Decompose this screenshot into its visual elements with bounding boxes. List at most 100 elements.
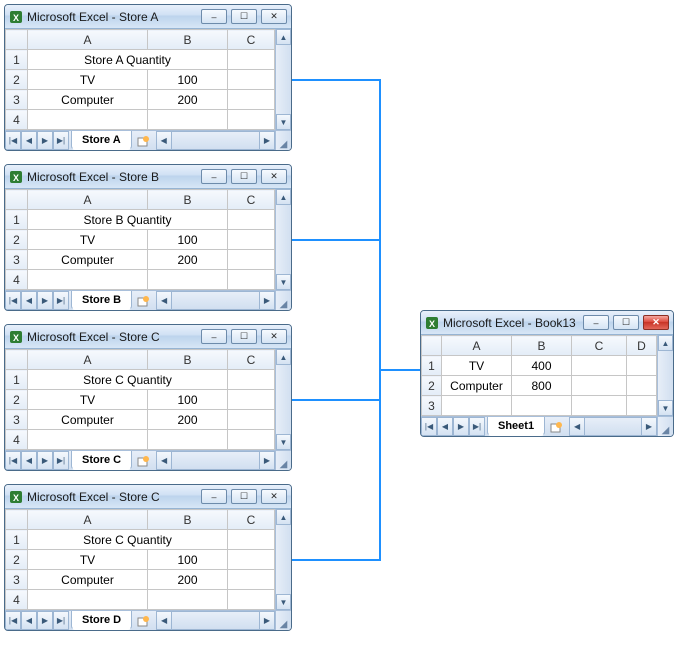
window-store-c: X Microsoft Excel - Store C – ☐ ✕ A B C … — [4, 324, 292, 471]
row-header[interactable]: 2 — [6, 70, 28, 90]
close-button[interactable]: ✕ — [261, 489, 287, 504]
vertical-scrollbar[interactable]: ▲▼ — [275, 349, 291, 450]
sheet-tab-bar: |◀ ◀ ▶ ▶| Store A ◀ ▶ ◢ — [5, 130, 291, 150]
svg-text:X: X — [429, 319, 435, 329]
col-header[interactable]: B — [148, 30, 228, 50]
titlebar[interactable]: X Microsoft Excel - Book13 – ☐ ✕ — [421, 311, 673, 335]
window-title: Microsoft Excel - Store B — [27, 170, 197, 184]
scroll-right-icon[interactable]: ▶ — [259, 131, 275, 150]
cell[interactable]: 800 — [512, 376, 572, 396]
col-header[interactable]: B — [512, 336, 572, 356]
sheet-tab[interactable]: Store C — [71, 451, 132, 470]
excel-icon: X — [9, 490, 23, 504]
window-result: X Microsoft Excel - Book13 – ☐ ✕ A B C D… — [420, 310, 674, 437]
resize-handle-icon[interactable]: ◢ — [275, 131, 291, 150]
select-all-corner[interactable] — [6, 30, 28, 50]
horizontal-scrollbar[interactable]: ◀▶ — [569, 417, 657, 436]
cell[interactable]: TV — [442, 356, 512, 376]
col-header[interactable]: A — [28, 30, 148, 50]
col-header[interactable]: A — [442, 336, 512, 356]
col-header[interactable]: C — [572, 336, 627, 356]
minimize-button[interactable]: – — [583, 315, 609, 330]
sheet-tab-bar: |◀◀▶▶| Sheet1 ◀▶ ◢ — [421, 416, 673, 436]
row-header[interactable]: 1 — [6, 50, 28, 70]
sheet-tab[interactable]: Sheet1 — [487, 417, 545, 436]
vertical-scrollbar[interactable]: ▲▼ — [275, 189, 291, 290]
maximize-button[interactable]: ☐ — [231, 9, 257, 24]
horizontal-scrollbar[interactable]: ◀▶ — [156, 611, 275, 630]
minimize-button[interactable]: – — [201, 329, 227, 344]
vertical-scrollbar[interactable]: ▲▼ — [657, 335, 673, 416]
horizontal-scrollbar[interactable]: ◀ ▶ — [156, 131, 275, 150]
merged-header-cell[interactable]: Store A Quantity — [28, 50, 228, 70]
window-title: Microsoft Excel - Store C — [27, 490, 197, 504]
minimize-button[interactable]: – — [201, 169, 227, 184]
svg-text:X: X — [13, 13, 19, 23]
spreadsheet-grid[interactable]: A B C 1 Store C Quantity 2 TV 100 3 Comp… — [5, 509, 275, 610]
maximize-button[interactable]: ☐ — [231, 489, 257, 504]
tab-nav-first[interactable]: |◀ — [5, 131, 21, 150]
spreadsheet-grid[interactable]: A B C 1 Store C Quantity 2 TV 100 3 Comp… — [5, 349, 275, 450]
tab-nav-first[interactable]: |◀ — [421, 417, 437, 436]
horizontal-scrollbar[interactable]: ◀▶ — [156, 451, 275, 470]
new-sheet-icon[interactable] — [134, 611, 152, 630]
resize-handle-icon[interactable]: ◢ — [275, 611, 291, 630]
resize-handle-icon[interactable]: ◢ — [275, 451, 291, 470]
horizontal-scrollbar[interactable]: ◀▶ — [156, 291, 275, 310]
row-header[interactable]: 4 — [6, 110, 28, 130]
sheet-tab[interactable]: Store B — [71, 291, 132, 310]
new-sheet-icon[interactable] — [134, 451, 152, 470]
window-store-a: X Microsoft Excel - Store A – ☐ ✕ A B C … — [4, 4, 292, 151]
resize-handle-icon[interactable]: ◢ — [657, 417, 673, 436]
tab-nav-next[interactable]: ▶ — [453, 417, 469, 436]
excel-icon: X — [9, 10, 23, 24]
svg-text:X: X — [13, 333, 19, 343]
close-button[interactable]: ✕ — [261, 169, 287, 184]
window-store-d: X Microsoft Excel - Store C – ☐ ✕ A B C … — [4, 484, 292, 631]
svg-text:X: X — [13, 173, 19, 183]
scroll-down-icon[interactable]: ▼ — [276, 114, 291, 130]
vertical-scrollbar[interactable]: ▲ ▼ — [275, 29, 291, 130]
tab-nav-next[interactable]: ▶ — [37, 131, 53, 150]
minimize-button[interactable]: – — [201, 489, 227, 504]
scroll-left-icon[interactable]: ◀ — [156, 131, 172, 150]
sheet-tab[interactable]: Store D — [71, 611, 132, 630]
spreadsheet-grid[interactable]: A B C 1 Store B Quantity 2 TV 100 3 Comp… — [5, 189, 275, 290]
titlebar[interactable]: X Microsoft Excel - Store B – ☐ ✕ — [5, 165, 291, 189]
minimize-button[interactable]: – — [201, 9, 227, 24]
close-button[interactable]: ✕ — [261, 9, 287, 24]
new-sheet-icon[interactable] — [134, 291, 152, 310]
titlebar[interactable]: X Microsoft Excel - Store A – ☐ ✕ — [5, 5, 291, 29]
titlebar[interactable]: X Microsoft Excel - Store C – ☐ ✕ — [5, 325, 291, 349]
cell[interactable]: Computer — [28, 90, 148, 110]
maximize-button[interactable]: ☐ — [231, 329, 257, 344]
spreadsheet-grid[interactable]: A B C D 1 TV 400 2 Computer 800 3 — [421, 335, 657, 416]
sheet-tab[interactable]: Store A — [71, 131, 132, 150]
svg-text:X: X — [13, 493, 19, 503]
close-button[interactable]: ✕ — [261, 329, 287, 344]
window-title: Microsoft Excel - Store C — [27, 330, 197, 344]
vertical-scrollbar[interactable]: ▲▼ — [275, 509, 291, 610]
new-sheet-icon[interactable] — [547, 417, 565, 436]
cell[interactable]: Computer — [442, 376, 512, 396]
excel-icon: X — [9, 330, 23, 344]
maximize-button[interactable]: ☐ — [613, 315, 639, 330]
resize-handle-icon[interactable]: ◢ — [275, 291, 291, 310]
new-sheet-icon[interactable] — [134, 131, 152, 150]
tab-nav-last[interactable]: ▶| — [53, 131, 69, 150]
titlebar[interactable]: X Microsoft Excel - Store C – ☐ ✕ — [5, 485, 291, 509]
cell[interactable]: 400 — [512, 356, 572, 376]
spreadsheet-grid[interactable]: A B C 1 Store A Quantity 2 TV 100 3 Comp… — [5, 29, 275, 130]
tab-nav-prev[interactable]: ◀ — [21, 131, 37, 150]
col-header[interactable]: C — [228, 30, 275, 50]
cell[interactable]: 100 — [148, 70, 228, 90]
close-button[interactable]: ✕ — [643, 315, 669, 330]
tab-nav-last[interactable]: ▶| — [469, 417, 485, 436]
maximize-button[interactable]: ☐ — [231, 169, 257, 184]
scroll-up-icon[interactable]: ▲ — [276, 29, 291, 45]
col-header[interactable]: D — [627, 336, 657, 356]
row-header[interactable]: 3 — [6, 90, 28, 110]
tab-nav-prev[interactable]: ◀ — [437, 417, 453, 436]
cell[interactable]: 200 — [148, 90, 228, 110]
cell[interactable]: TV — [28, 70, 148, 90]
